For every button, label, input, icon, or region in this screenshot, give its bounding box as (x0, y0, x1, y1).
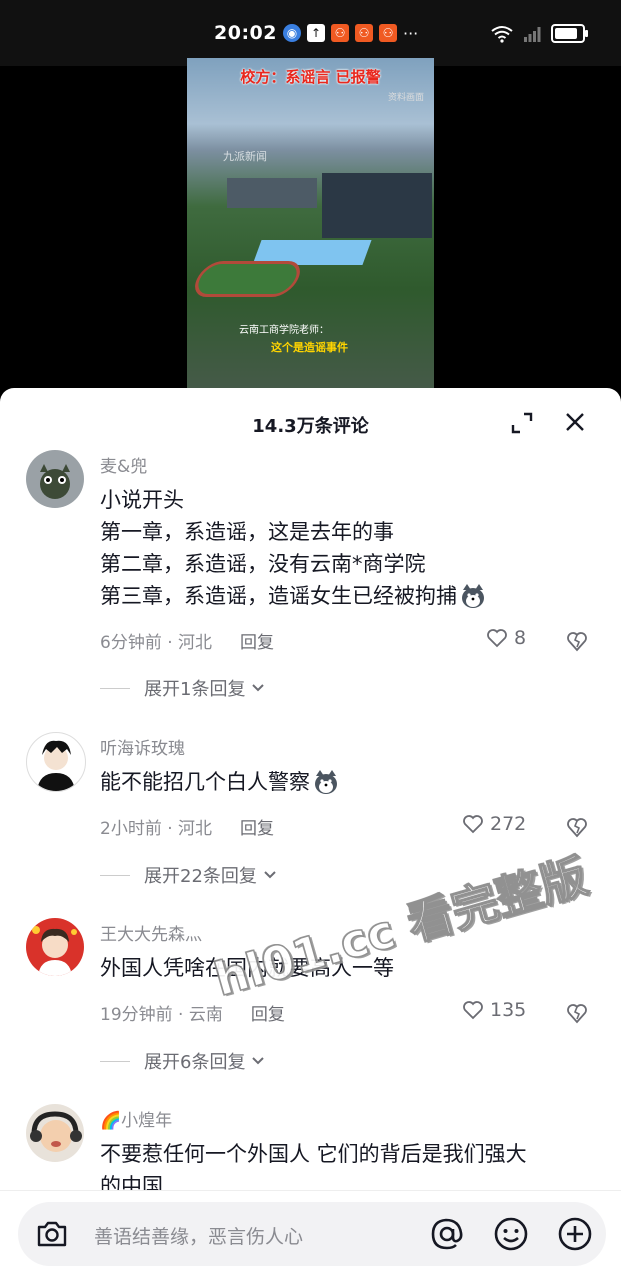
camera-icon[interactable] (34, 1216, 70, 1252)
video-logo: 九派新闻 (223, 150, 267, 163)
video-headline: 校方：系谣言 已报警 (240, 68, 381, 86)
comment-line: 第三章，系造谣，造谣女生已经被拘捕 (100, 584, 457, 608)
app-notification-icon: ⚇ (378, 24, 397, 42)
app-notification-icon: ⚇ (330, 24, 349, 42)
comment-time-location: 2小时前 · 河北 (100, 819, 213, 839)
comment-line: 能不能招几个白人警察 (100, 770, 310, 794)
comment-text: 能不能招几个白人警察 (100, 766, 590, 798)
chevron-down-icon (252, 684, 265, 692)
comment-line: 小说开头 (100, 488, 184, 512)
comment-sheet: 14.3万条评论 麦&兜 小说开头 第一章，系造谣，这是去年的事 第二章，系造谣… (0, 388, 621, 1280)
like-button[interactable]: 135 (462, 999, 526, 1021)
dog-emoji-icon (462, 584, 484, 608)
more-notifications: ··· (402, 23, 419, 43)
comment-line: 不要惹任何一个外国人 它们的背后是我们强大 (100, 1142, 527, 1166)
like-count: 135 (490, 999, 527, 1021)
wifi-icon (491, 25, 513, 43)
comment-line: 第一章，系造谣，这是去年的事 (100, 520, 394, 544)
emoji-icon[interactable] (492, 1215, 530, 1253)
video-caption-line1: 云南工商学院老师： (239, 325, 329, 336)
comment-author[interactable]: 听海诉玫瑰 (100, 734, 185, 759)
video-player[interactable]: 校方：系谣言 已报警 资料画面 九派新闻 云南工商学院老师： 这个是造谣事件 (187, 58, 434, 388)
like-count: 272 (490, 813, 527, 835)
avatar[interactable] (26, 1104, 84, 1162)
avatar[interactable] (26, 918, 84, 976)
heart-icon (463, 815, 483, 834)
expand-replies-label: 展开6条回复 (144, 1052, 246, 1073)
reply-button[interactable]: 回复 (251, 1000, 285, 1025)
comment-author[interactable]: 🌈小煌年 (100, 1106, 172, 1131)
comment-time-location: 6分钟前 · 河北 (100, 633, 213, 653)
upload-icon: ↑ (306, 24, 325, 42)
like-button[interactable]: 8 (486, 627, 526, 649)
close-icon[interactable] (563, 410, 587, 434)
heart-icon (487, 629, 507, 648)
chevron-down-icon (252, 1057, 265, 1065)
fullscreen-icon[interactable] (511, 412, 533, 434)
video-field (188, 261, 307, 297)
divider (100, 687, 130, 689)
comment-text: 小说开头 第一章，系造谣，这是去年的事 第二章，系造谣，没有云南*商学院 第三章… (100, 484, 590, 612)
reply-button[interactable]: 回复 (240, 628, 274, 653)
expand-replies-label: 展开1条回复 (144, 679, 246, 700)
plus-icon[interactable] (556, 1215, 594, 1253)
comment-meta: 2小时前 · 河北 回复 (100, 814, 274, 839)
mention-icon[interactable] (428, 1215, 466, 1253)
comment-author[interactable]: 王大大先森灬 (100, 920, 202, 945)
video-building (322, 173, 432, 238)
comment-time-location: 19分钟前 · 云南 (100, 1005, 223, 1025)
video-caption-line2: 这个是造谣事件 (271, 341, 348, 354)
broken-heart-icon[interactable] (566, 816, 588, 838)
app-globe-icon: ◉ (282, 24, 301, 42)
battery-icon (551, 24, 588, 43)
app-notification-icon: ⚇ (354, 24, 373, 42)
comment-input[interactable]: 善语结善缘，恶言伤人心 (94, 1222, 303, 1249)
expand-replies-button[interactable]: 展开6条回复 (100, 1048, 265, 1074)
reply-button[interactable]: 回复 (240, 814, 274, 839)
comment-meta: 6分钟前 · 河北 回复 (100, 628, 274, 653)
heart-icon (463, 1001, 483, 1020)
comment-author[interactable]: 麦&兜 (100, 452, 147, 477)
video-source-tag: 资料画面 (387, 93, 424, 103)
comment-line-with-emoji: 第三章，系造谣，造谣女生已经被拘捕 (100, 580, 590, 612)
avatar[interactable] (26, 732, 86, 792)
broken-heart-icon[interactable] (566, 630, 588, 652)
expand-replies-button[interactable]: 展开22条回复 (100, 862, 277, 888)
status-bar: 20:02 ◉ ↑ ⚇ ⚇ ⚇ ··· (0, 0, 621, 66)
clock: 20:02 (214, 22, 277, 44)
comment-line: 第二章，系造谣，没有云南*商学院 (100, 552, 426, 576)
avatar[interactable] (26, 450, 84, 508)
like-count: 8 (514, 627, 527, 649)
comment-line-with-emoji: 能不能招几个白人警察 (100, 766, 590, 798)
broken-heart-icon[interactable] (566, 1002, 588, 1024)
chevron-down-icon (264, 871, 276, 879)
comment-meta: 19分钟前 · 云南 回复 (100, 1000, 285, 1025)
like-button[interactable]: 272 (462, 813, 526, 835)
divider (100, 874, 130, 876)
comment-input-bar[interactable]: 善语结善缘，恶言伤人心 (18, 1202, 606, 1266)
video-building (227, 178, 317, 208)
dog-emoji-icon (315, 770, 337, 794)
signal-icon (524, 26, 541, 42)
divider (100, 1060, 130, 1062)
expand-replies-button[interactable]: 展开1条回复 (100, 675, 265, 701)
expand-replies-label: 展开22条回复 (144, 866, 257, 887)
